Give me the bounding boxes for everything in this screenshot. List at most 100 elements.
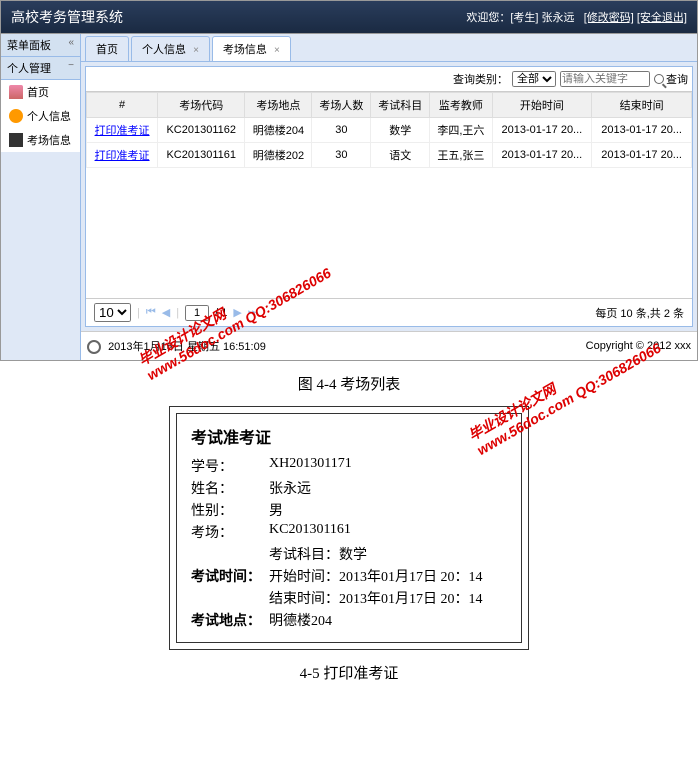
content-area: 首页 个人信息 × 考场信息 × 查询类别： 全部 查询	[81, 34, 697, 360]
col-code: 考场代码	[158, 93, 245, 118]
sidebar: 菜单面板 « 个人管理 − 首页 个人信息 考场信息	[1, 34, 81, 360]
cell-code: KC201301162	[158, 118, 245, 143]
search-button[interactable]: 查询	[654, 71, 688, 87]
sidebar-section-title: 个人管理	[7, 60, 51, 76]
cell-subject: 数学	[371, 118, 430, 143]
cell-end: 2013-01-17 20...	[592, 118, 692, 143]
cert-name: 张永远	[269, 478, 507, 498]
cert-room: KC201301161	[269, 522, 507, 542]
tab-label: 个人信息	[142, 44, 186, 56]
cell-place: 明德楼204	[245, 118, 312, 143]
sidebar-item-label: 个人信息	[27, 108, 71, 124]
page-number-input[interactable]	[185, 305, 209, 321]
tab-exam[interactable]: 考场信息 ×	[212, 36, 291, 61]
prev-page-icon[interactable]: ◀	[162, 306, 170, 319]
search-category-select[interactable]: 全部	[512, 71, 556, 87]
figure-caption-2: 4-5 打印准考证	[0, 662, 698, 683]
col-teacher: 监考教师	[430, 93, 492, 118]
sidebar-section-header[interactable]: 个人管理 −	[1, 57, 80, 80]
table-header-row: # 考场代码 考场地点 考场人数 考试科目 监考教师 开始时间 结束时间	[87, 93, 692, 118]
sidebar-item-exam[interactable]: 考场信息	[1, 128, 80, 152]
tab-label: 考场信息	[223, 44, 267, 56]
separator: |	[137, 307, 140, 319]
close-icon[interactable]: ×	[193, 45, 199, 56]
table-empty-area	[86, 168, 692, 298]
cert-end-time: 结束时间：2013年01月17日 20：14	[269, 588, 507, 608]
exam-icon	[9, 133, 23, 147]
app-header: 高校考务管理系统 欢迎您：[考生] 张永远 [修改密码] [安全退出]	[0, 0, 698, 34]
first-page-icon[interactable]: ⏮	[146, 306, 156, 319]
cert-spacer	[191, 588, 269, 608]
home-icon	[9, 85, 23, 99]
col-count: 考场人数	[312, 93, 371, 118]
cell-subject: 语文	[371, 143, 430, 168]
tab-home[interactable]: 首页	[85, 36, 129, 61]
tab-personal[interactable]: 个人信息 ×	[131, 36, 210, 61]
col-subject: 考试科目	[371, 93, 430, 118]
close-icon[interactable]: ×	[274, 45, 280, 56]
search-input[interactable]	[560, 71, 650, 87]
search-label: 查询类别：	[453, 71, 508, 87]
app-title: 高校考务管理系统	[11, 7, 123, 27]
sidebar-item-label: 考场信息	[27, 132, 71, 148]
cell-count: 30	[312, 118, 371, 143]
next-page-icon[interactable]: ▶	[233, 306, 241, 319]
pagination-summary: 每页 10 条,共 2 条	[595, 305, 684, 321]
header-user-area: 欢迎您：[考生] 张永远 [修改密码] [安全退出]	[466, 9, 687, 25]
collapse-icon[interactable]: «	[68, 37, 74, 53]
separator: |	[176, 307, 179, 319]
table-row[interactable]: 打印准考证 KC201301161 明德楼202 30 语文 王五,张三 201…	[87, 143, 692, 168]
sidebar-item-personal[interactable]: 个人信息	[1, 104, 80, 128]
content-body: 查询类别： 全部 查询 # 考场代码 考场地点 考场人数	[85, 66, 693, 327]
print-link[interactable]: 打印准考证	[95, 150, 150, 162]
certificate-container: 考试准考证 学号： XH201301171 姓名： 张永远 性别： 男 考场： …	[169, 406, 529, 650]
cell-code: KC201301161	[158, 143, 245, 168]
col-start: 开始时间	[492, 93, 592, 118]
cell-end: 2013-01-17 20...	[592, 143, 692, 168]
total-pages: / 1	[215, 307, 227, 319]
cell-start: 2013-01-17 20...	[492, 118, 592, 143]
cert-gender-label: 性别：	[191, 500, 269, 520]
col-end: 结束时间	[592, 93, 692, 118]
cert-student-id: XH201301171	[269, 456, 507, 476]
copyright-text: Copyright © 2012 xxx	[586, 340, 691, 352]
print-link[interactable]: 打印准考证	[95, 125, 150, 137]
table-row[interactable]: 打印准考证 KC201301162 明德楼204 30 数学 李四,王六 201…	[87, 118, 692, 143]
cert-name-label: 姓名：	[191, 478, 269, 498]
pagination-bar: 10 | ⏮ ◀ | / 1 ▶ ⏭ 每页 10 条,共 2 条	[86, 298, 692, 326]
cert-spacer	[191, 544, 269, 564]
cert-start-time: 开始时间：2013年01月17日 20：14	[269, 566, 507, 586]
sidebar-panel-header: 菜单面板 «	[1, 34, 80, 57]
cell-place: 明德楼202	[245, 143, 312, 168]
change-password-link[interactable]: [修改密码]	[584, 12, 634, 24]
cert-time-label: 考试时间：	[191, 566, 269, 586]
page-size-select[interactable]: 10	[94, 303, 131, 322]
datetime-text: 2013年1月18日 星期五 16:51:09	[108, 341, 266, 353]
certificate-title: 考试准考证	[191, 424, 507, 448]
cell-teacher: 王五,张三	[430, 143, 492, 168]
tab-label: 首页	[96, 44, 118, 56]
col-action: #	[87, 93, 158, 118]
person-icon	[9, 109, 23, 123]
status-bar: 2013年1月18日 星期五 16:51:09 Copyright © 2012…	[81, 331, 697, 360]
exam-certificate: 考试准考证 学号： XH201301171 姓名： 张永远 性别： 男 考场： …	[176, 413, 522, 643]
col-place: 考场地点	[245, 93, 312, 118]
sidebar-panel-title: 菜单面板	[7, 37, 51, 53]
cert-student-id-label: 学号：	[191, 456, 269, 476]
last-page-icon[interactable]: ⏭	[248, 306, 258, 319]
minus-icon[interactable]: −	[68, 60, 74, 76]
cert-place-label: 考试地点：	[191, 610, 269, 630]
cell-start: 2013-01-17 20...	[492, 143, 592, 168]
cell-teacher: 李四,王六	[430, 118, 492, 143]
cell-count: 30	[312, 143, 371, 168]
tab-bar: 首页 个人信息 × 考场信息 ×	[81, 34, 697, 62]
sidebar-item-home[interactable]: 首页	[1, 80, 80, 104]
cert-subject: 考试科目：数学	[269, 544, 507, 564]
search-bar: 查询类别： 全部 查询	[86, 67, 692, 92]
search-icon	[654, 74, 664, 84]
logout-link[interactable]: [安全退出]	[637, 12, 687, 24]
cert-room-label: 考场：	[191, 522, 269, 542]
cert-place: 明德楼204	[269, 610, 507, 630]
main-container: 菜单面板 « 个人管理 − 首页 个人信息 考场信息 首页	[0, 34, 698, 361]
exam-table: # 考场代码 考场地点 考场人数 考试科目 监考教师 开始时间 结束时间 打印准…	[86, 92, 692, 168]
